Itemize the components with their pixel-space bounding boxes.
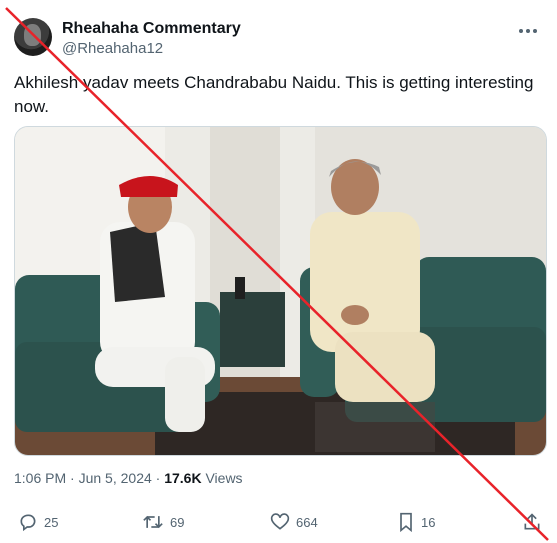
retweet-icon (143, 515, 163, 529)
share-icon (524, 513, 540, 530)
repost-button[interactable]: 69 (142, 512, 184, 532)
tweet-date[interactable]: Jun 5, 2024 (79, 470, 152, 486)
like-count: 664 (296, 514, 318, 530)
bookmark-button[interactable]: 16 (397, 512, 435, 532)
reply-icon (20, 514, 36, 532)
share-button[interactable] (522, 512, 542, 532)
views-count: 17.6K (164, 470, 202, 486)
tweet-photo[interactable] (14, 126, 547, 456)
meta-separator-2: · (155, 470, 161, 486)
meta-separator: · (70, 470, 75, 486)
reply-button[interactable]: 25 (18, 512, 58, 532)
bookmark-icon (400, 512, 412, 532)
handle[interactable]: @Rheahaha12 (62, 40, 163, 57)
display-name[interactable]: Rheahaha Commentary (62, 20, 241, 38)
bookmark-count: 16 (421, 514, 436, 530)
repost-count: 69 (170, 514, 185, 530)
views-label: Views (205, 470, 243, 486)
tweet-time[interactable]: 1:06 PM (14, 470, 66, 486)
like-icon (270, 513, 290, 530)
avatar[interactable] (14, 18, 52, 56)
tweet-meta: 1:06 PM · Jun 5, 2024 · 17.6K Views (14, 470, 243, 486)
tweet-header: Rheahaha Commentary @Rheahaha12 (14, 15, 544, 59)
like-button[interactable]: 664 (270, 512, 318, 532)
tweet-text: Akhilesh yadav meets Chandrababu Naidu. … (14, 73, 534, 116)
reply-count: 25 (44, 514, 59, 530)
more-button[interactable] (516, 21, 540, 41)
more-icon (519, 29, 537, 33)
action-bar: 25 69 664 16 (14, 508, 544, 542)
photo-illustration (15, 127, 546, 455)
